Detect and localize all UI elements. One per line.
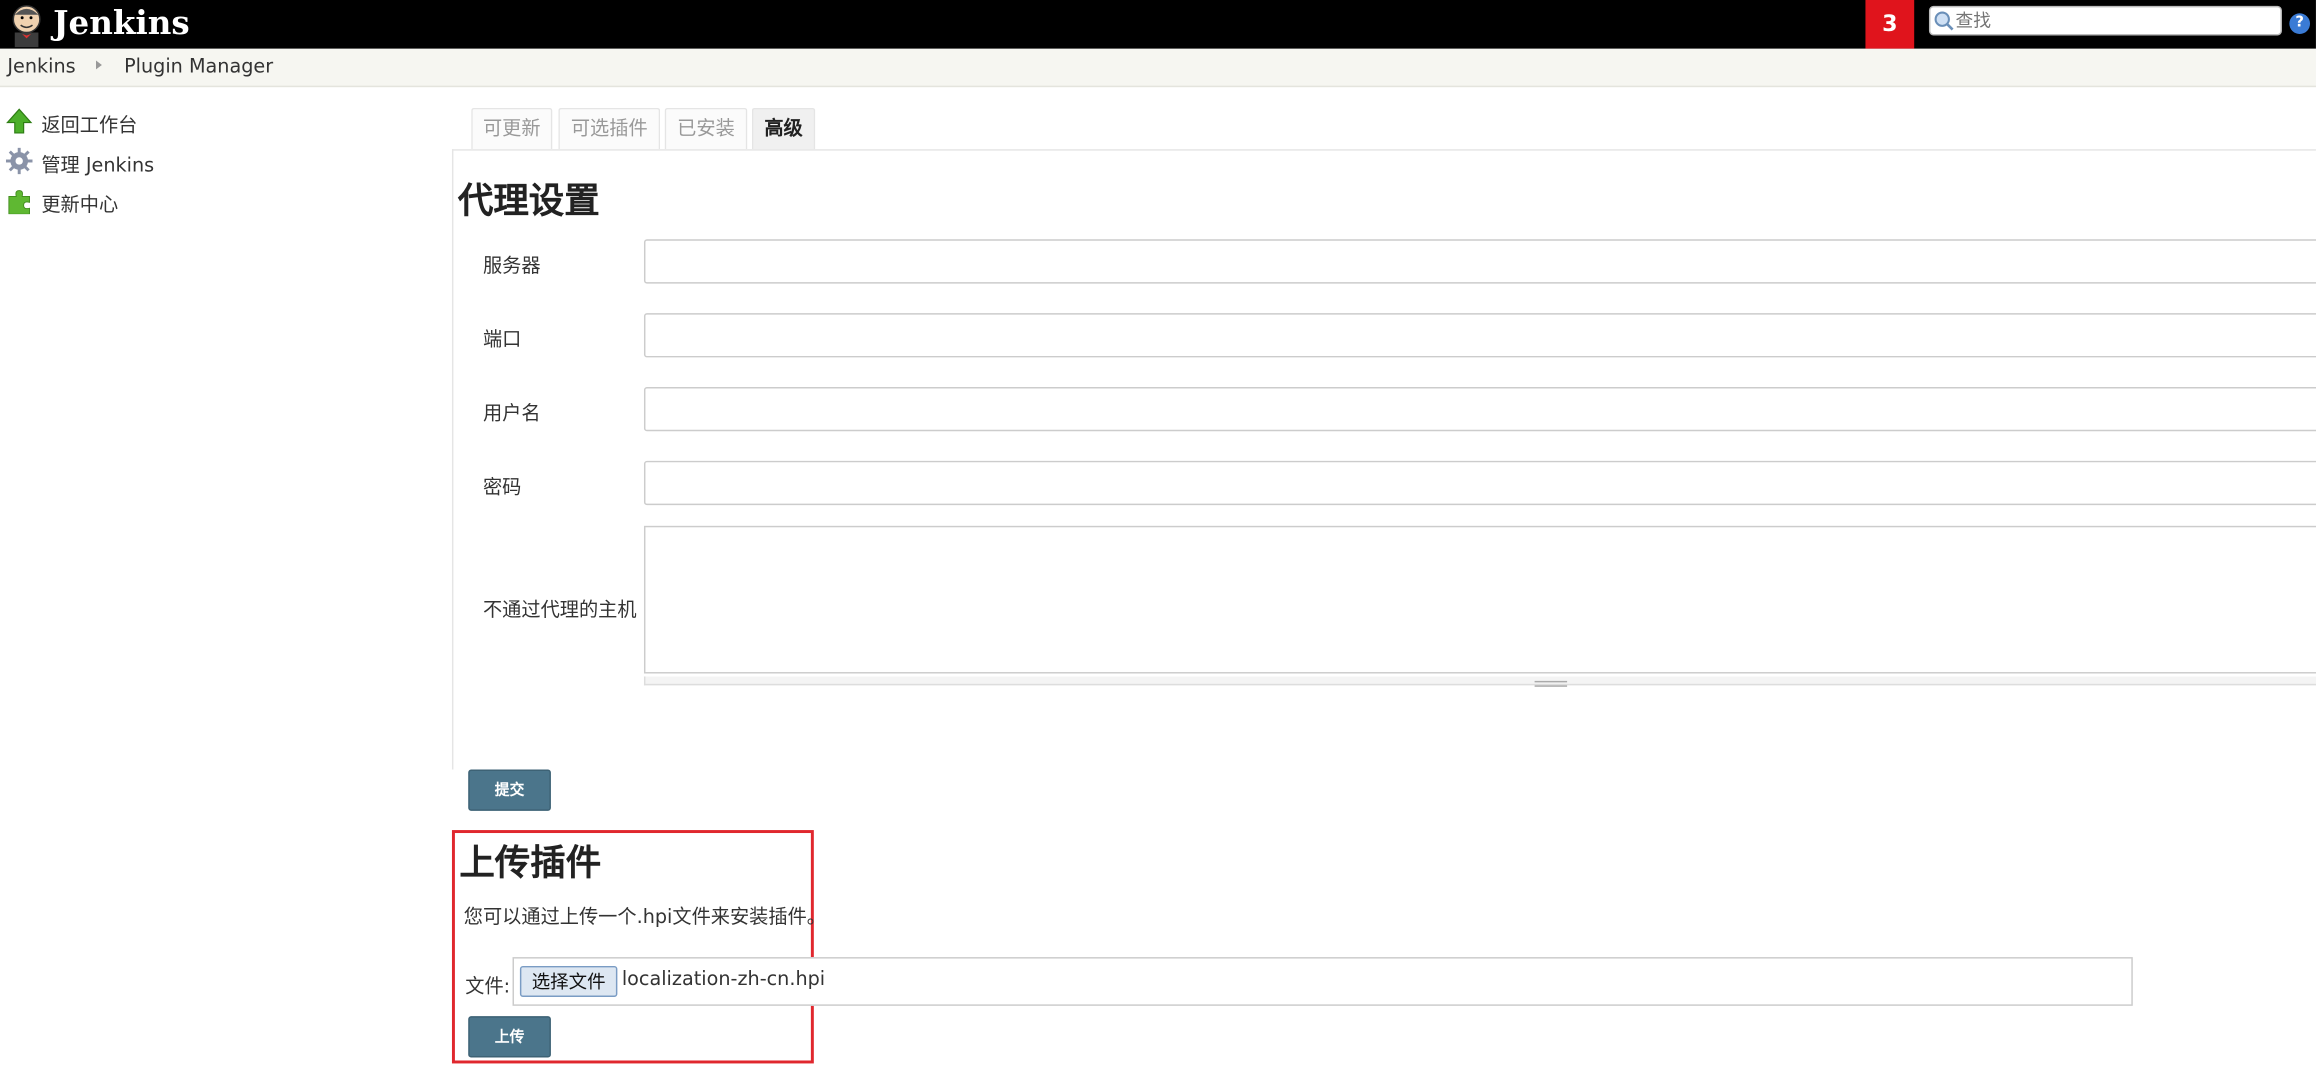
breadcrumb-page-link[interactable]: Plugin Manager bbox=[124, 56, 273, 78]
breadcrumb-home-link[interactable]: Jenkins bbox=[7, 56, 75, 78]
proxy-section-title: 代理设置 bbox=[457, 180, 600, 222]
submit-button[interactable]: 提交 bbox=[468, 769, 551, 811]
selected-file-name: localization-zh-cn.hpi bbox=[621, 968, 826, 992]
proxy-password-label: 密码 bbox=[482, 477, 522, 500]
up-arrow-icon bbox=[6, 108, 33, 134]
file-label: 文件: bbox=[465, 976, 511, 999]
brand-title[interactable]: Jenkins bbox=[53, 3, 189, 44]
tab-installed[interactable]: 已安装 bbox=[664, 107, 748, 150]
upload-description: 您可以通过上传一个.hpi文件来安装插件。 bbox=[463, 906, 827, 930]
proxy-username-input[interactable] bbox=[643, 386, 2316, 432]
proxy-server-input[interactable] bbox=[643, 239, 2316, 284]
notification-badge[interactable]: 3 bbox=[1865, 0, 1915, 49]
proxy-port-input[interactable] bbox=[643, 313, 2316, 358]
proxy-server-label: 服务器 bbox=[482, 255, 541, 278]
proxy-username-label: 用户名 bbox=[482, 403, 541, 426]
search-box bbox=[1928, 5, 2282, 36]
top-header: Jenkins 3 ? bbox=[0, 0, 2316, 49]
sidebar-item-label: 更新中心 bbox=[41, 194, 119, 218]
no-proxy-hosts-label: 不通过代理的主机 bbox=[482, 599, 637, 622]
puzzle-icon bbox=[8, 190, 30, 215]
tab-available[interactable]: 可选插件 bbox=[558, 107, 661, 150]
sidebar-item-label: 管理 Jenkins bbox=[41, 155, 155, 178]
gear-icon bbox=[5, 147, 33, 175]
upload-section-title: 上传插件 bbox=[459, 841, 602, 884]
proxy-password-input[interactable] bbox=[643, 460, 2316, 506]
sidebar-item-label: 返回工作台 bbox=[41, 115, 138, 138]
jenkins-logo-icon[interactable] bbox=[6, 3, 47, 48]
breadcrumb-separator-icon[interactable] bbox=[96, 60, 102, 70]
upload-button[interactable]: 上传 bbox=[468, 1016, 551, 1058]
textarea-resize-handle[interactable] bbox=[643, 676, 2316, 686]
tab-advanced[interactable]: 高级 bbox=[751, 107, 816, 150]
breadcrumb: Jenkins Plugin Manager bbox=[0, 48, 2316, 88]
help-icon[interactable]: ? bbox=[2289, 13, 2311, 34]
no-proxy-hosts-textarea[interactable] bbox=[643, 525, 2316, 674]
search-input[interactable] bbox=[1955, 7, 2274, 34]
resize-grip-icon[interactable] bbox=[1534, 680, 1568, 687]
search-icon bbox=[1934, 11, 1954, 31]
proxy-port-label: 端口 bbox=[482, 329, 522, 352]
tab-updates[interactable]: 可更新 bbox=[471, 107, 553, 150]
choose-file-button[interactable]: 选择文件 bbox=[519, 965, 618, 997]
